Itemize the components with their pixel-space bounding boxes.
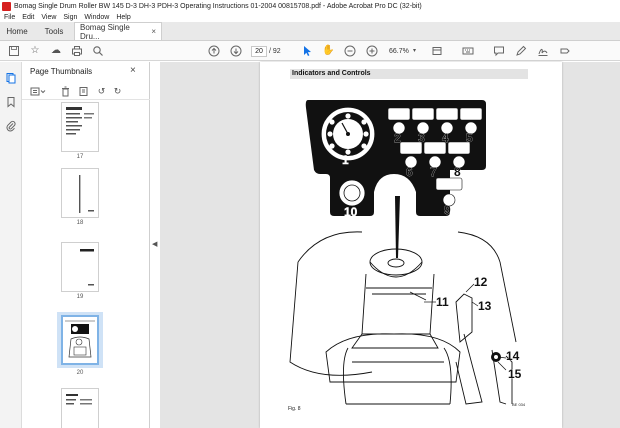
- callout-12: 12: [474, 275, 488, 289]
- previous-page-icon[interactable]: [208, 45, 220, 57]
- sign-icon[interactable]: [537, 45, 549, 57]
- tab-document-label: Bomag Single Dru...: [80, 22, 130, 41]
- collapse-panel-icon[interactable]: ◀: [152, 240, 157, 248]
- rotate-right-icon[interactable]: ↻: [112, 86, 123, 97]
- pdf-page: Indicators and Controls 1 2 3 4 5 6 7 8 …: [260, 62, 562, 428]
- menu-bar: File Edit View Sign Window Help: [0, 12, 620, 22]
- menu-window[interactable]: Window: [84, 14, 109, 21]
- keyboard-icon[interactable]: [462, 45, 474, 57]
- thumbnails-list: 17 18 19 20: [22, 102, 150, 428]
- thumbnails-close-icon[interactable]: ×: [130, 65, 136, 76]
- search-icon[interactable]: [92, 45, 104, 57]
- menu-view[interactable]: View: [41, 14, 56, 21]
- comment-icon[interactable]: [493, 45, 505, 57]
- callout-1: 1: [342, 153, 349, 167]
- figure-label: Fig. 8: [288, 406, 301, 412]
- menu-sign[interactable]: Sign: [63, 14, 77, 21]
- share-icon[interactable]: [559, 45, 571, 57]
- window-title: Bomag Single Drum Roller BW 145 D-3 DH-3…: [14, 2, 422, 10]
- cloud-upload-icon[interactable]: ☁: [50, 45, 62, 57]
- page-fit-icon[interactable]: [431, 45, 443, 57]
- save-icon[interactable]: [8, 45, 20, 57]
- callout-13: 13: [478, 299, 492, 313]
- zoom-out-icon[interactable]: [344, 45, 356, 57]
- callout-8: 8: [454, 165, 461, 179]
- thumbnail-label: 18: [76, 220, 84, 226]
- thumbnail-options-icon[interactable]: [30, 86, 46, 97]
- left-rail: [0, 62, 22, 428]
- page-thumbnails-icon[interactable]: [5, 72, 17, 84]
- callout-14: 14: [506, 349, 520, 363]
- zoom-dropdown-icon[interactable]: ▾: [413, 46, 416, 57]
- callout-15: 15: [508, 367, 522, 381]
- callout-5: 5: [466, 131, 473, 145]
- rotate-left-icon[interactable]: ↺: [96, 86, 107, 97]
- menu-help[interactable]: Help: [116, 14, 130, 21]
- tab-home[interactable]: Home: [0, 23, 34, 40]
- thumbnail-page[interactable]: [61, 102, 99, 152]
- figure-code: BE 034: [512, 402, 526, 407]
- document-viewport[interactable]: Indicators and Controls 1 2 3 4 5 6 7 8 …: [160, 62, 620, 428]
- tab-close-icon[interactable]: ×: [151, 27, 156, 36]
- callout-7: 7: [430, 165, 437, 179]
- delete-page-icon[interactable]: [60, 86, 71, 97]
- insert-page-icon[interactable]: [78, 86, 89, 97]
- callout-9: 9: [444, 203, 451, 217]
- next-page-icon[interactable]: [230, 45, 242, 57]
- callout-6: 6: [406, 165, 413, 179]
- thumbnail-page-selected[interactable]: [61, 315, 99, 365]
- select-cursor-icon[interactable]: [301, 45, 313, 57]
- bookmarks-icon[interactable]: [5, 96, 17, 108]
- page-thumbnails-panel: Page Thumbnails × ↺ ↻ 17 18 19 20: [22, 62, 167, 428]
- thumbnail-label: 20: [76, 370, 84, 376]
- page-total: / 92: [269, 48, 281, 55]
- tab-tools[interactable]: Tools: [34, 23, 74, 40]
- callout-11: 11: [436, 295, 449, 309]
- thumbnail-label: 19: [76, 294, 84, 300]
- hand-tool-icon[interactable]: ✋: [322, 45, 334, 57]
- tab-document[interactable]: Bomag Single Dru... ×: [74, 22, 162, 41]
- menu-edit[interactable]: Edit: [22, 14, 34, 21]
- thumbnail-page[interactable]: [61, 388, 99, 428]
- callout-4: 4: [442, 131, 449, 145]
- main-toolbar: ☆ ☁ 20 / 92 ✋ 66.7% ▾: [0, 41, 620, 61]
- controls-diagram: 1 2 3 4 5 6 7 8 9 10 11 12 13 14 15: [289, 100, 522, 405]
- zoom-in-icon[interactable]: [366, 45, 378, 57]
- thumbnail-page[interactable]: [61, 168, 99, 218]
- thumbnails-title: Page Thumbnails: [30, 67, 93, 76]
- acrobat-window: Bomag Single Drum Roller BW 145 D-3 DH-3…: [0, 0, 620, 428]
- highlight-pen-icon[interactable]: [515, 45, 527, 57]
- menu-file[interactable]: File: [4, 14, 15, 21]
- tab-bar: Home Tools Bomag Single Dru... ×: [0, 22, 620, 41]
- bookmark-star-icon[interactable]: ☆: [29, 45, 41, 57]
- acrobat-app-icon: [2, 1, 11, 11]
- thumbnail-page[interactable]: [61, 242, 99, 292]
- thumbnail-label: 17: [76, 154, 84, 160]
- callout-2: 2: [394, 131, 401, 145]
- callout-10: 10: [344, 205, 358, 219]
- zoom-level[interactable]: 66.7%: [389, 46, 409, 57]
- thumbnails-header: Page Thumbnails ×: [22, 62, 150, 82]
- print-icon[interactable]: [71, 45, 83, 57]
- title-bar: Bomag Single Drum Roller BW 145 D-3 DH-3…: [0, 0, 620, 12]
- callout-3: 3: [418, 131, 425, 145]
- page-number-input[interactable]: 20: [251, 46, 267, 57]
- thumbnails-toolbar: ↺ ↻: [22, 84, 150, 100]
- attachments-icon[interactable]: [5, 120, 17, 132]
